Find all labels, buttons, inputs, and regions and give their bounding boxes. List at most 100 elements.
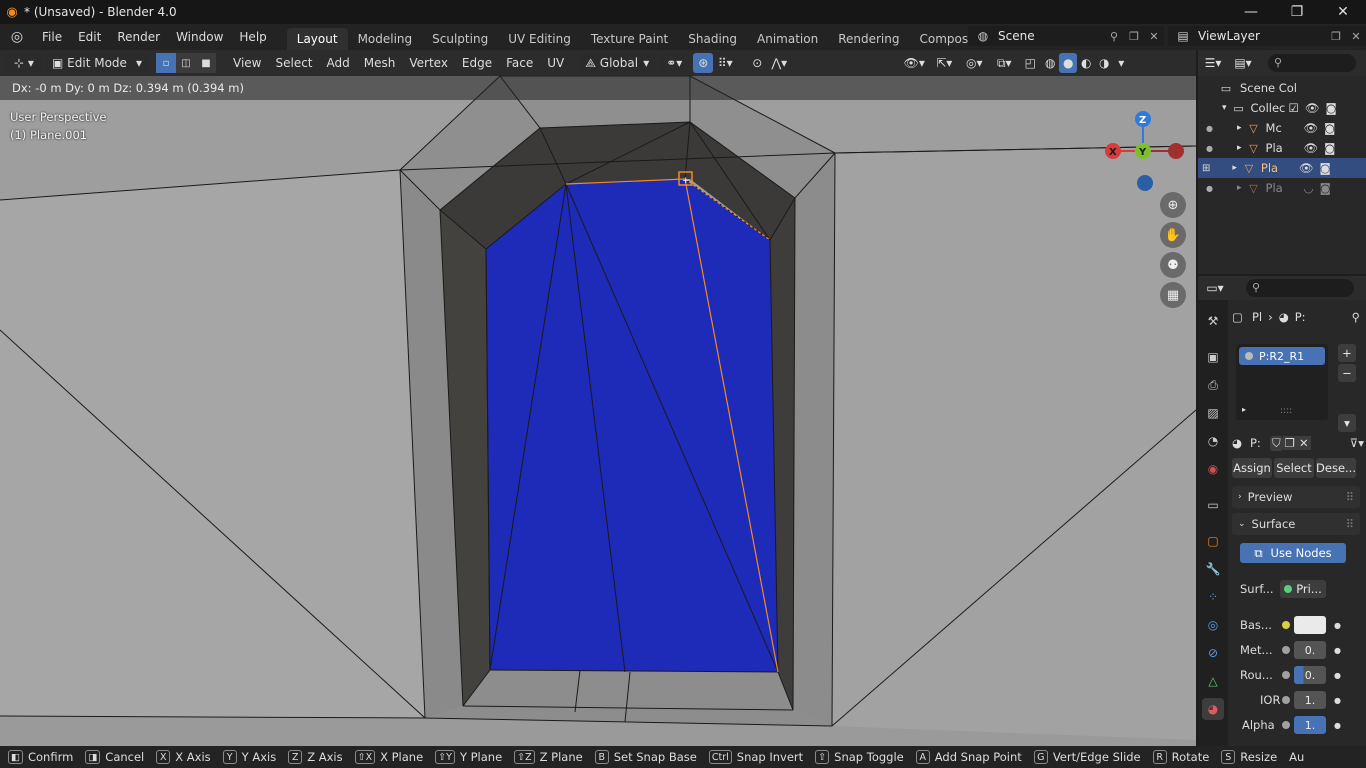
camera-view-icon[interactable]: ⚉ <box>1160 252 1186 278</box>
menu-file[interactable]: File <box>34 26 70 48</box>
face-select-icon[interactable]: ■ <box>196 53 216 73</box>
eye-icon[interactable]: 👁 <box>1304 121 1319 135</box>
ior-field[interactable]: 1. <box>1294 691 1326 709</box>
eye-icon[interactable]: 👁 <box>1305 101 1320 115</box>
eye-icon[interactable]: 👁 <box>1304 141 1319 155</box>
delete-view-layer-icon[interactable]: ✕ <box>1346 30 1366 43</box>
mesh-scene[interactable]: + Z Y X <box>0 50 1196 746</box>
tab-layout[interactable]: Layout <box>286 28 348 50</box>
outliner-item-mc[interactable]: ● ▸ ▽ Mc 👁 ◙ <box>1198 118 1366 138</box>
tab-uv-editing[interactable]: UV Editing <box>498 28 581 50</box>
view-layer-selector[interactable]: ▤ ViewLayer ❐ ✕ <box>1168 26 1366 46</box>
mode-selector[interactable]: ▣ Edit Mode ▾ <box>46 53 148 73</box>
camera-icon[interactable]: ◙ <box>1320 161 1331 175</box>
scene-name[interactable]: Scene <box>998 29 1104 43</box>
checkbox-icon[interactable]: ☑ <box>1289 101 1299 115</box>
constraints-tab-icon[interactable]: ⊘ <box>1202 642 1224 664</box>
render-tab-icon[interactable]: ▣ <box>1202 346 1224 368</box>
edge-select-icon[interactable]: ◫ <box>176 53 196 73</box>
drag-handle-icon[interactable]: ⠿ <box>1346 490 1354 504</box>
outliner-search-input[interactable]: ⚲ <box>1268 54 1356 72</box>
camera-icon[interactable]: ◙ <box>1320 181 1331 195</box>
menu-render[interactable]: Render <box>109 26 168 48</box>
close-button[interactable]: ✕ <box>1320 0 1366 24</box>
minimize-button[interactable]: — <box>1228 0 1274 24</box>
keyframe-dot-icon[interactable]: ● <box>1334 671 1341 680</box>
menu-vertex[interactable]: Vertex <box>402 56 455 70</box>
vertex-select-icon[interactable]: ▫ <box>156 53 176 73</box>
particles-tab-icon[interactable]: ⁘ <box>1202 586 1224 608</box>
pin-icon[interactable]: ⚲ <box>1352 310 1360 324</box>
3d-viewport[interactable]: + Z Y X ⊹ ▾ ▣ Edit Mode ▾ ▫ ◫ ■ View Sel… <box>0 50 1196 746</box>
camera-icon[interactable]: ◙ <box>1324 121 1335 135</box>
editor-type-icon[interactable]: ⊹ ▾ <box>6 53 42 73</box>
tab-shading[interactable]: Shading <box>678 28 747 50</box>
pin-icon[interactable]: ⚲ <box>1104 30 1124 43</box>
rendered-shading-icon[interactable]: ◑ <box>1095 53 1113 73</box>
collection-tab-icon[interactable]: ▭ <box>1202 494 1224 516</box>
output-tab-icon[interactable]: ⎙ <box>1202 374 1224 396</box>
properties-search-input[interactable]: ⚲ <box>1246 279 1354 297</box>
shading-options-icon[interactable]: ▾ <box>1113 53 1129 73</box>
expand-icon[interactable]: ▸ <box>1237 183 1242 193</box>
expand-icon[interactable]: ▸ <box>1237 123 1242 133</box>
world-tab-icon[interactable]: ◉ <box>1202 458 1224 480</box>
expand-icon[interactable]: ▸ <box>1232 163 1237 173</box>
duplicate-material-icon[interactable]: ❐ <box>1282 436 1297 450</box>
snap-target-icon[interactable]: ⠿▾ <box>713 53 737 73</box>
menu-edit[interactable]: Edit <box>70 26 109 48</box>
assign-button[interactable]: Assign <box>1232 458 1272 478</box>
material-name-field[interactable]: P: <box>1250 436 1270 450</box>
object-tab-icon[interactable]: ▢ <box>1202 530 1224 552</box>
snap-toggle-icon[interactable]: ⊛ <box>693 53 714 73</box>
pivot-point-icon[interactable]: ⚭▾ <box>659 53 690 73</box>
outliner-item-pla-hidden[interactable]: ● ▸ ▽ Pla ◡ ◙ <box>1198 178 1366 198</box>
tab-texture-paint[interactable]: Texture Paint <box>581 28 678 50</box>
slot-specials-button[interactable]: ▾ <box>1338 414 1356 432</box>
surface-shader-field[interactable]: Pri... <box>1280 580 1326 598</box>
scene-tab-icon[interactable]: ◔ <box>1202 430 1224 452</box>
menu-add[interactable]: Add <box>320 56 357 70</box>
menu-face[interactable]: Face <box>499 56 540 70</box>
use-nodes-button[interactable]: ⧉ Use Nodes <box>1240 543 1346 563</box>
proportional-edit-icon[interactable]: ⊙ <box>747 53 767 73</box>
data-tab-icon[interactable]: △ <box>1202 670 1224 692</box>
keyframe-dot-icon[interactable]: ● <box>1334 721 1341 730</box>
keyframe-dot-icon[interactable]: ● <box>1334 646 1341 655</box>
material-slot-item[interactable]: P:R2_R1 <box>1239 347 1325 365</box>
mesh-overlay-icon[interactable]: ⧉▾ <box>989 53 1019 73</box>
overlay-toggle-icon[interactable]: ◎▾ <box>959 53 989 73</box>
link-type-icon[interactable]: ⊽▾ <box>1350 436 1364 450</box>
modifier-tab-icon[interactable]: 🔧 <box>1202 558 1224 580</box>
menu-window[interactable]: Window <box>168 26 231 48</box>
keyframe-dot-icon[interactable]: ● <box>1334 621 1341 630</box>
expand-icon[interactable]: ▸ <box>1237 143 1242 153</box>
new-view-layer-icon[interactable]: ❐ <box>1326 30 1346 43</box>
deselect-button[interactable]: Dese... <box>1316 458 1356 478</box>
eye-closed-icon[interactable]: ◡ <box>1304 181 1314 195</box>
menu-edge[interactable]: Edge <box>455 56 499 70</box>
menu-view[interactable]: View <box>226 56 268 70</box>
expand-icon[interactable]: ▾ <box>1222 103 1227 113</box>
visibility-icon[interactable]: 👁▾ <box>899 53 929 73</box>
menu-select[interactable]: Select <box>268 56 319 70</box>
remove-slot-button[interactable]: − <box>1338 364 1356 382</box>
gizmo-toggle-icon[interactable]: ⇱▾ <box>929 53 959 73</box>
select-button[interactable]: Select <box>1274 458 1314 478</box>
tab-rendering[interactable]: Rendering <box>828 28 909 50</box>
eye-icon[interactable]: 👁 <box>1299 161 1314 175</box>
properties-editor-icon[interactable]: ▭▾ <box>1198 281 1232 295</box>
alpha-field[interactable]: 1. <box>1294 716 1326 734</box>
unlink-material-icon[interactable]: ✕ <box>1296 436 1311 450</box>
menu-uv[interactable]: UV <box>540 56 571 70</box>
outliner-editor-icon[interactable]: ☰▾ <box>1198 56 1228 70</box>
surface-panel-header[interactable]: ⌄ Surface ⠿ <box>1232 513 1360 535</box>
new-scene-icon[interactable]: ❐ <box>1124 30 1144 43</box>
physics-tab-icon[interactable]: ◎ <box>1202 614 1224 636</box>
tab-modeling[interactable]: Modeling <box>348 28 423 50</box>
ortho-grid-icon[interactable]: ▦ <box>1160 282 1186 308</box>
blender-menu-icon[interactable]: ◎ <box>0 29 34 45</box>
keyframe-dot-icon[interactable]: ● <box>1334 696 1341 705</box>
wireframe-shading-icon[interactable]: ◍ <box>1041 53 1059 73</box>
add-slot-button[interactable]: + <box>1338 344 1356 362</box>
